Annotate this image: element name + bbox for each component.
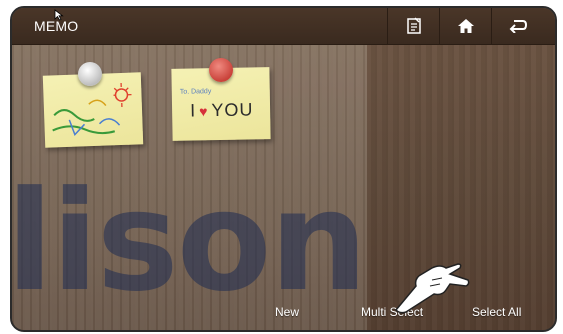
mouse-cursor-icon xyxy=(54,9,64,21)
memo-recipient: To. Daddy xyxy=(179,88,212,96)
select-all-button[interactable]: Select All xyxy=(472,305,521,319)
title-bar: MEMO xyxy=(12,8,555,45)
home-button[interactable] xyxy=(439,8,492,44)
memo-message-right: YOU xyxy=(211,99,254,121)
device-screen: lison MEMO To. Daddy I ♥ YOU New Multi S… xyxy=(10,6,557,332)
heart-icon: ♥ xyxy=(199,103,209,120)
back-icon xyxy=(509,20,527,33)
pointing-hand-icon xyxy=(394,263,470,314)
back-button[interactable] xyxy=(491,8,544,44)
home-icon xyxy=(458,19,474,33)
pushpin-white xyxy=(78,62,102,86)
watermark-text: lison xyxy=(10,161,368,322)
pushpin-red xyxy=(209,58,233,82)
new-button[interactable]: New xyxy=(275,305,299,319)
memo-list-button[interactable] xyxy=(387,8,440,44)
memo-message-left: I xyxy=(189,100,197,121)
memo-message: I ♥ YOU xyxy=(190,99,254,121)
memo-list-icon xyxy=(407,17,421,34)
